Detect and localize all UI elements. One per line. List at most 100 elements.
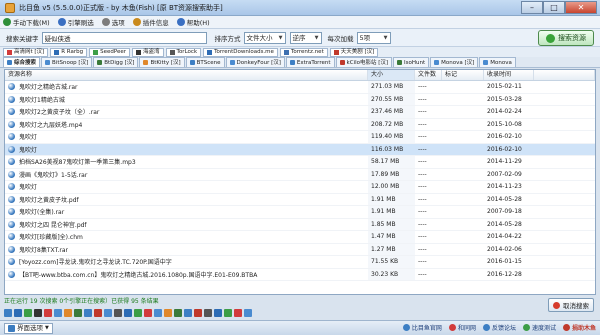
engine-icon[interactable] [234, 309, 242, 317]
engine-icon[interactable] [74, 309, 82, 317]
engine-item[interactable]: 天天美剧 [汉] [329, 47, 379, 57]
menu-options[interactable]: 选项 [101, 17, 125, 27]
table-row[interactable]: 拍档SA26美视87鬼吹灯第一季第三集.mp3 58.17 MB ---- 2014-… [5, 156, 595, 169]
tab-engine[interactable]: Monova [汉] [430, 57, 479, 67]
tab-engine[interactable]: BTScene [185, 57, 225, 67]
maximize-button[interactable]: □ [543, 0, 565, 14]
link-partner[interactable]: 和同网 [448, 323, 476, 332]
cell-size: 1.85 MB [368, 218, 415, 230]
engine-icon[interactable] [224, 309, 232, 317]
engine-icon [229, 60, 235, 65]
tab-engine[interactable]: Monova [479, 57, 516, 67]
table-row[interactable]: 鬼吹灯1精绝古城 270.55 MB ---- 2015-03-28 [5, 93, 595, 106]
menu-plugin-info[interactable]: 插件信息 [132, 17, 169, 27]
table-row[interactable]: 鬼吹灯之黄皮子坟.pdf 1.91 MB ---- 2014-05-28 [5, 193, 595, 206]
engine-icon[interactable] [124, 309, 132, 317]
engine-item[interactable]: Torrentz.net [279, 47, 328, 57]
tab-engine[interactable]: BtDigg [汉] [93, 57, 139, 67]
engine-icon[interactable] [144, 309, 152, 317]
link-feedback-forum[interactable]: 反馈论坛 [482, 323, 516, 332]
table-row[interactable]: 鬼吹灯之四 昆仑神宫.pdf 1.85 MB ---- 2014-05-28 [5, 218, 595, 231]
engine-icon[interactable] [114, 309, 122, 317]
table-row[interactable]: 鬼吹灯2之黄皮子坟（全）.rar 237.46 MB ---- 2014-02-24 [5, 106, 595, 119]
engine-icon[interactable] [14, 309, 22, 317]
engine-icon[interactable] [154, 309, 162, 317]
tab-engine[interactable]: kCilo电影站 [汉] [335, 57, 393, 67]
engine-icon [93, 49, 99, 55]
menu-manual-download[interactable]: 手动下载(M) [3, 17, 50, 27]
engine-icon[interactable] [164, 309, 172, 317]
tab-engine[interactable]: BitSnoop [汉] [41, 57, 93, 67]
engine-icon[interactable] [244, 309, 252, 317]
engine-icon[interactable] [174, 309, 182, 317]
engine-item[interactable]: TorLock [165, 47, 202, 57]
engine-icon[interactable] [214, 309, 222, 317]
engine-icon[interactable] [64, 309, 72, 317]
engine-icon[interactable] [54, 309, 62, 317]
cell-size: 119.40 MB [368, 131, 415, 143]
engine-item[interactable]: TorrentDownloads.me [203, 47, 278, 57]
engine-icon[interactable] [94, 309, 102, 317]
engine-icon[interactable] [184, 309, 192, 317]
tab-engine[interactable]: ExtraTorrent [285, 57, 335, 67]
link-speed-test[interactable]: 速度测试 [522, 323, 556, 332]
cell-date: 2014-05-28 [487, 195, 522, 203]
table-row[interactable]: 鬼吹灯[珍藏版]全).chm 1.47 MB ---- 2014-04-22 [5, 231, 595, 244]
tab-engine[interactable]: DonkeyFour [汉] [225, 57, 285, 67]
column-header-name[interactable]: 资源名称 [5, 70, 368, 80]
table-row[interactable]: 鬼吹灯之九层妖塔.mp4 208.72 MB ---- 2015-10-08 [5, 118, 595, 131]
engine-icon[interactable] [34, 309, 42, 317]
engine-item[interactable]: 海盗湾 [132, 47, 164, 57]
column-header-files[interactable]: 文件数 [415, 70, 442, 80]
engine-icon [97, 60, 103, 65]
cell-size: 12.00 MB [368, 181, 415, 193]
search-button[interactable]: 搜索资源 [538, 30, 594, 46]
chevron-down-icon: ▼ [278, 34, 283, 41]
engine-icon[interactable] [24, 309, 32, 317]
engine-icon[interactable] [84, 309, 92, 317]
engine-icon[interactable] [134, 309, 142, 317]
per-load-select[interactable]: 5项 ▼ [356, 31, 391, 44]
order-select[interactable]: 逆序 ▼ [289, 31, 322, 44]
magnet-icon [8, 133, 15, 141]
table-row[interactable]: 鬼吹灯(全集).rar 1.91 MB ---- 2007-09-18 [5, 206, 595, 219]
engine-icon[interactable] [4, 309, 12, 317]
cell-size: 1.27 MB [368, 243, 415, 255]
column-header-date[interactable]: 收录时间 [484, 70, 534, 80]
engine-icon[interactable] [194, 309, 202, 317]
engine-item[interactable]: R Rarbg [50, 47, 88, 57]
minimize-button[interactable]: – [521, 0, 543, 14]
table-row[interactable]: [Yoyozz.com]寻龙诀.鬼吹灯之寻龙诀.TC.720P.国语中字 71.5… [5, 256, 595, 269]
engine-item[interactable]: SeedPeer [89, 47, 130, 57]
table-row[interactable]: 鬼吹灯 116.03 MB ---- 2016-02-10 [5, 143, 595, 156]
table-row[interactable]: 漫画《鬼吹灯》1-5话.rar 17.89 MB ---- 2007-02-09 [5, 168, 595, 181]
engine-icon[interactable] [204, 309, 212, 317]
keyword-label: 搜索关键字 [6, 34, 39, 43]
table-row[interactable]: 鬼吹灯之精绝古城.rar 271.03 MB ---- 2015-02-11 [5, 81, 595, 94]
tab-engine[interactable]: IsoHunt [393, 57, 430, 67]
menu-engine-filter[interactable]: 引擎刷选 [57, 17, 94, 27]
cell-name: 鬼吹灯 [5, 132, 368, 141]
cancel-search-button[interactable]: 取消搜索 [548, 298, 594, 312]
column-header-size[interactable]: 大小 [368, 70, 415, 80]
table-row[interactable]: 鬼吹灯 119.40 MB ---- 2016-02-10 [5, 131, 595, 144]
column-header-mark[interactable]: 标记 [442, 70, 484, 80]
cell-size: 208.72 MB [368, 118, 415, 130]
chevron-down-icon: ▼ [314, 34, 319, 41]
tab-combined-search[interactable]: 综合搜索 [3, 57, 41, 67]
view-options-button[interactable]: 界面选项 ▼ [4, 322, 53, 334]
engine-item[interactable]: 高清网t [汉] [3, 47, 49, 57]
engine-icon[interactable] [44, 309, 52, 317]
engine-icon[interactable] [104, 309, 112, 317]
link-official-site[interactable]: 比目鱼官网 [402, 323, 442, 332]
table-row[interactable]: 鬼吹灯 12.00 MB ---- 2014-11-23 [5, 181, 595, 194]
menu-help[interactable]: 帮助(H) [176, 17, 210, 27]
cell-files: ---- [418, 120, 427, 128]
tab-engine[interactable]: BtKitty [汉] [139, 57, 185, 67]
link-donate[interactable]: 捐助木鱼 [562, 323, 596, 332]
table-row[interactable]: 【BT吧-www.btba.com.cn】鬼吹灯之精绝古城.2016.1080p… [5, 268, 595, 281]
sort-select[interactable]: 文件大小 ▼ [243, 31, 286, 44]
close-button[interactable]: ✕ [565, 0, 597, 14]
keyword-input[interactable] [41, 31, 207, 44]
table-row[interactable]: 鬼吹灯8集TXT.rar 1.27 MB ---- 2014-02-06 [5, 243, 595, 256]
